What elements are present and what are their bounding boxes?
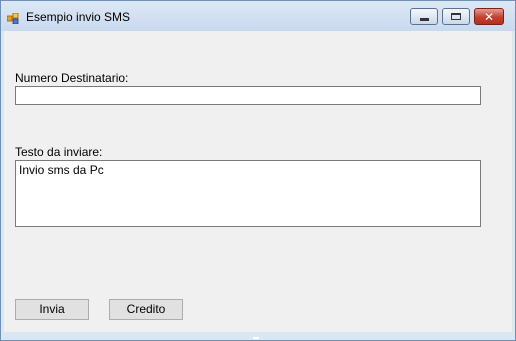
maximize-icon — [451, 13, 461, 20]
close-icon: ✕ — [484, 10, 495, 24]
close-button[interactable]: ✕ — [474, 8, 504, 25]
resize-grip[interactable] — [253, 337, 259, 339]
message-textarea[interactable]: Invio sms da Pc — [15, 160, 481, 227]
maximize-button[interactable] — [442, 8, 470, 25]
recipient-input[interactable] — [15, 86, 481, 105]
form-area: Numero Destinatario: Testo da inviare: I… — [4, 31, 512, 332]
app-window: Esempio invio SMS ✕ Numero Destinatario:… — [0, 0, 516, 341]
app-icon — [6, 11, 19, 25]
send-button[interactable]: Invia — [15, 299, 89, 320]
credit-button[interactable]: Credito — [109, 299, 183, 320]
title-bar[interactable]: Esempio invio SMS ✕ — [1, 1, 515, 31]
window-title: Esempio invio SMS — [26, 10, 131, 24]
recipient-label: Numero Destinatario: — [15, 71, 129, 85]
minimize-icon — [420, 18, 429, 21]
minimize-button[interactable] — [410, 8, 438, 25]
message-label: Testo da inviare: — [15, 145, 103, 159]
